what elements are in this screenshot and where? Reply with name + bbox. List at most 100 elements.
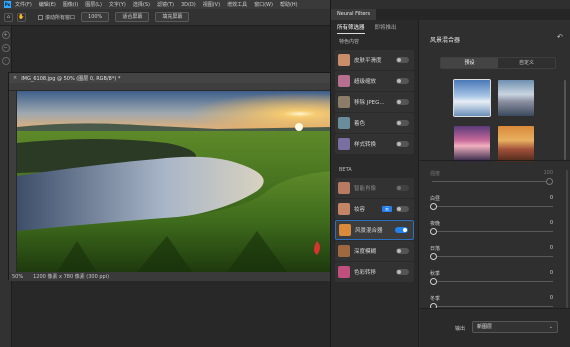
preset-thumbnails: [420, 75, 570, 167]
preset-thumbnail[interactable]: [498, 80, 534, 116]
filter-label: 超级缩放: [354, 79, 377, 85]
fit-screen-button[interactable]: 适合屏幕: [115, 12, 150, 22]
subtract-icon[interactable]: −: [1, 44, 10, 52]
slider-track[interactable]: [432, 281, 553, 282]
filter-thumbnail-icon: [338, 54, 350, 66]
filter-row[interactable]: 风景混合器: [335, 220, 414, 240]
slider-track[interactable]: [432, 206, 553, 207]
slider-handle[interactable]: [430, 253, 437, 260]
slider: 秋季 0: [430, 270, 553, 285]
filter-toggle[interactable]: [396, 248, 409, 254]
divider: [420, 160, 570, 161]
slider-handle[interactable]: [430, 278, 437, 285]
slider-handle[interactable]: [430, 228, 437, 235]
slider: 强度 100: [430, 170, 553, 185]
preset-tabs: 预设 自定义: [440, 57, 556, 69]
menu-item[interactable]: 图像(I): [63, 1, 78, 8]
filter-row[interactable]: 妆容 云: [335, 199, 414, 219]
filter-toggle[interactable]: [395, 227, 408, 233]
neural-filters-panel: Neural Filters 所有筛选器 即将推出 特色内容 皮肤平滑度超级缩放…: [330, 0, 570, 347]
menu-item[interactable]: 帮助(H): [280, 1, 298, 8]
slider: 冬季 0: [430, 295, 553, 310]
filter-thumbnail-icon: [338, 117, 350, 129]
add-icon[interactable]: +: [1, 31, 10, 39]
slider-label: 秋季: [430, 271, 441, 277]
close-icon[interactable]: ×: [13, 75, 17, 81]
output-select[interactable]: 新图层 ⌄: [472, 321, 558, 333]
document-tab[interactable]: × IMG_6108.jpg @ 50% (图层 0, RGB/8*) *: [9, 73, 331, 83]
filter-thumbnail-icon: [338, 203, 350, 215]
filter-toggle[interactable]: [396, 57, 409, 63]
output-bar: 输出 新图层 ⌄: [420, 308, 570, 347]
filter-toggle[interactable]: [396, 206, 409, 212]
slider: 白昼 0: [430, 195, 553, 210]
menu-item[interactable]: 编辑(E): [39, 1, 56, 8]
zoom-100-button[interactable]: 100%: [81, 12, 110, 22]
slider-value: 0: [549, 195, 553, 201]
filter-toggle[interactable]: [396, 120, 409, 126]
tab-all-filters[interactable]: 所有筛选器: [337, 23, 365, 34]
slider-handle[interactable]: [546, 178, 553, 185]
document-title: IMG_6108.jpg @ 50% (图层 0, RGB/8*) *: [21, 75, 121, 82]
filter-row[interactable]: 深度模糊: [335, 241, 414, 261]
document-size: 1200 像素 x 780 像素 (300 ppi): [33, 274, 110, 280]
filter-row[interactable]: 超级缩放: [335, 71, 414, 91]
ruler-vertical: [9, 91, 17, 272]
filter-toggle[interactable]: [396, 78, 409, 84]
menu-item[interactable]: 增效工具: [227, 1, 247, 8]
settings-icon[interactable]: ·: [1, 57, 10, 65]
menu-item[interactable]: 文字(Y): [109, 1, 126, 8]
tab-presets[interactable]: 预设: [441, 58, 498, 68]
slider-track[interactable]: [432, 256, 553, 257]
filter-toggle[interactable]: [396, 99, 409, 105]
tab-coming-soon[interactable]: 即将推出: [375, 23, 397, 33]
detail-scrollbar[interactable]: [566, 170, 568, 310]
filter-row[interactable]: 智能肖像: [335, 178, 414, 198]
slider: 日落 0: [430, 245, 553, 260]
preset-thumbnail[interactable]: [453, 79, 491, 117]
document-status-bar: 50% 1200 像素 x 780 像素 (300 ppi): [9, 272, 331, 281]
tab-custom[interactable]: 自定义: [498, 58, 555, 68]
home-icon[interactable]: ⌂: [4, 12, 13, 22]
slider-track[interactable]: [432, 181, 553, 182]
scroll-all-checkbox[interactable]: [38, 14, 43, 20]
slider-handle[interactable]: [430, 203, 437, 210]
filter-row[interactable]: 样式转换: [335, 134, 414, 154]
filter-label: 色彩转移: [354, 270, 377, 276]
filter-row[interactable]: 移除 JPEG...: [335, 92, 414, 112]
featured-header: 特色内容: [339, 39, 360, 45]
filter-row[interactable]: 色彩转移: [335, 262, 414, 282]
zoom-level[interactable]: 50%: [12, 274, 23, 280]
filter-thumbnail-icon: [338, 245, 350, 257]
menu-item[interactable]: 图层(L): [85, 1, 102, 8]
slider-track[interactable]: [432, 231, 553, 232]
filter-toggle[interactable]: [396, 269, 409, 275]
beta-header: BETA: [339, 167, 352, 173]
options-bar: ⌂ ✋ 滚动所有窗口 100% 适合屏幕 填充屏幕: [0, 9, 330, 26]
filter-thumbnail-icon: [338, 75, 350, 87]
filter-detail: 风景混合器 ↶ 预设 自定义 强度 100 白昼 0 夜晚 0 日落 0 秋季 0 冬季 0: [420, 20, 570, 347]
preset-thumbnail[interactable]: [498, 126, 534, 162]
landscape-photo[interactable]: [17, 91, 331, 272]
reset-icon[interactable]: ↶: [557, 33, 563, 41]
filter-row[interactable]: 皮肤平滑度: [335, 50, 414, 70]
filter-row[interactable]: 着色: [335, 113, 414, 133]
filter-thumbnail-icon: [338, 138, 350, 150]
filter-thumbnail-icon: [338, 266, 350, 278]
menu-item[interactable]: 视图(V): [203, 1, 220, 8]
menu-item[interactable]: 窗口(W): [254, 1, 273, 8]
fill-screen-button[interactable]: 填充屏幕: [155, 12, 190, 22]
slider-track[interactable]: [432, 306, 553, 307]
preset-thumbnail[interactable]: [454, 126, 490, 162]
hand-tool-icon[interactable]: ✋: [17, 12, 26, 22]
menu-item[interactable]: 选择(S): [133, 1, 150, 8]
menu-item[interactable]: 3D(D): [181, 2, 196, 8]
thumbnail-scrollbar[interactable]: [564, 80, 566, 160]
menu-item[interactable]: 滤镜(T): [157, 1, 174, 8]
filter-toggle[interactable]: [396, 141, 409, 147]
filter-toggle[interactable]: [396, 185, 409, 191]
slider-value: 0: [549, 220, 553, 226]
menu-item[interactable]: 文件(F): [15, 1, 32, 8]
tab-neural-filters[interactable]: Neural Filters: [331, 9, 377, 20]
slider-value: 100: [543, 170, 553, 176]
